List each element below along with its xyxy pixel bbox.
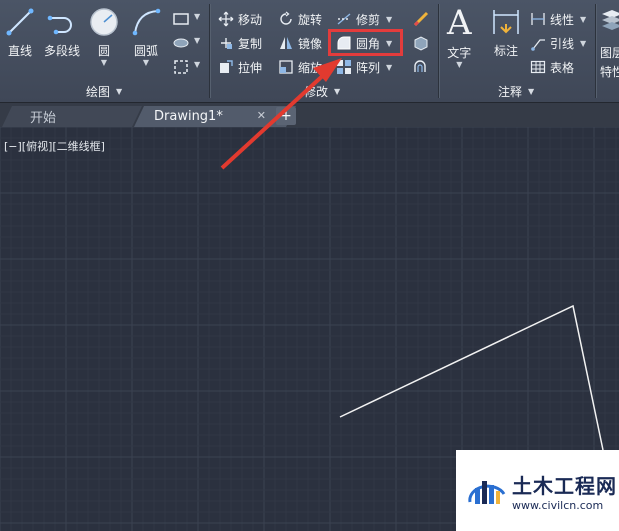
copy-icon xyxy=(221,38,232,49)
text-icon: A xyxy=(447,3,472,43)
arc-icon xyxy=(132,8,161,36)
linear-dimension-icon xyxy=(531,13,545,25)
annotation-panel-title[interactable]: 注释 ▼ xyxy=(498,82,534,100)
trim-button[interactable]: 修剪 ▼ xyxy=(336,10,392,28)
array-icon xyxy=(337,60,351,74)
circle-tool-button[interactable]: 圆 ▼ xyxy=(88,6,120,67)
draw-panel-title[interactable]: 绘图 ▼ xyxy=(86,82,122,100)
tab-start[interactable]: 开始 xyxy=(2,106,142,127)
circle-icon xyxy=(90,8,118,36)
layer-stack-icon xyxy=(602,10,619,30)
mirror-button[interactable]: 镜像 xyxy=(278,34,322,52)
new-tab-button[interactable]: + xyxy=(276,107,296,125)
chevron-down-icon[interactable]: ▼ xyxy=(143,58,149,67)
boundary-icon[interactable] xyxy=(172,58,190,76)
table-button[interactable]: 表格 xyxy=(530,58,574,76)
stretch-button[interactable]: 拉伸 xyxy=(218,58,262,76)
line-icon xyxy=(6,8,34,36)
layer-label-line2: 特性 xyxy=(600,65,619,79)
viewport-label: [−][俯视][二维线框] xyxy=(4,140,105,153)
leader-icon xyxy=(531,39,545,51)
trim-icon xyxy=(337,13,351,25)
dimension-icon xyxy=(493,10,519,34)
hatch-icon[interactable] xyxy=(172,34,190,52)
plus-icon: + xyxy=(280,108,292,124)
chevron-down-icon: ▼ xyxy=(116,86,123,96)
stretch-label: 拉伸 xyxy=(238,60,263,75)
linear-button[interactable]: 线性 ▼ xyxy=(530,10,586,28)
dimension-label: 标注 xyxy=(493,44,518,58)
rotate-button[interactable]: 旋转 xyxy=(278,10,322,28)
circle-label: 圆 xyxy=(97,44,110,58)
close-icon[interactable]: ✕ xyxy=(257,109,266,122)
polyline-label: 多段线 xyxy=(44,44,81,58)
modify-panel-title-text: 修改 xyxy=(304,84,329,99)
layer-properties-button[interactable]: 图层 特性 xyxy=(600,6,619,80)
line-tool-button[interactable]: 直线 xyxy=(4,6,36,59)
array-button[interactable]: 阵列 ▼ xyxy=(336,58,392,76)
table-icon xyxy=(530,60,546,74)
polyline-icon xyxy=(47,15,72,35)
polyline-tool-button[interactable]: 多段线 xyxy=(44,6,80,59)
array-label: 阵列 xyxy=(356,60,381,75)
chevron-down-icon[interactable]: ▼ xyxy=(386,15,392,24)
annotation-panel-title-text: 注释 xyxy=(498,84,523,99)
tab-drawing1[interactable]: Drawing1* ✕ xyxy=(134,106,296,127)
draw-panel-title-text: 绘图 xyxy=(86,84,111,99)
move-button[interactable]: 移动 xyxy=(218,10,262,28)
rotate-label: 旋转 xyxy=(298,12,323,27)
stretch-icon xyxy=(220,60,233,73)
watermark-logo: 土木工程网 www.civilcn.com xyxy=(456,450,619,531)
modify-panel-title[interactable]: 修改 ▼ xyxy=(304,82,340,100)
copy-label: 复制 xyxy=(238,36,263,51)
building-logo-icon xyxy=(468,480,506,504)
watermark-title: 土木工程网 xyxy=(512,473,617,498)
tab-start-label: 开始 xyxy=(30,111,57,126)
file-tab-bar: 开始 Drawing1* ✕ + xyxy=(0,103,619,127)
scale-icon xyxy=(279,60,293,74)
drawn-polyline[interactable] xyxy=(339,304,604,451)
arc-label: 圆弧 xyxy=(133,44,158,58)
move-icon xyxy=(218,11,234,27)
dimension-tool-button[interactable]: 标注 xyxy=(490,6,522,59)
move-label: 移动 xyxy=(238,12,263,27)
leader-button[interactable]: 引线 ▼ xyxy=(530,34,586,52)
rectangle-icon[interactable] xyxy=(172,10,190,28)
tab-drawing1-label: Drawing1* xyxy=(154,109,223,124)
line-label: 直线 xyxy=(7,44,32,58)
chevron-down-icon: ▼ xyxy=(334,86,341,96)
text-label: 文字 xyxy=(447,46,472,60)
chevron-down-icon[interactable]: ▼ xyxy=(580,39,586,48)
table-label: 表格 xyxy=(550,60,575,75)
leader-label: 引线 xyxy=(550,36,575,51)
chevron-down-icon[interactable]: ▼ xyxy=(580,15,586,24)
chevron-down-icon[interactable]: ▼ xyxy=(456,60,462,69)
copy-button[interactable]: 复制 xyxy=(218,34,262,52)
panel-divider xyxy=(438,4,439,98)
scale-label: 缩放 xyxy=(298,60,323,75)
scale-button[interactable]: 缩放 xyxy=(278,58,322,76)
layer-label-line1: 图层 xyxy=(600,46,619,60)
offset-icon[interactable] xyxy=(412,58,430,76)
linear-label: 线性 xyxy=(550,12,575,27)
text-tool-button[interactable]: A 文字 ▼ xyxy=(447,6,472,69)
panel-divider xyxy=(209,4,210,98)
fillet-highlight-box xyxy=(328,29,403,56)
ribbon: 直线 多段线 圆 ▼ 圆弧 ▼ ▼ ▼ ▼ 绘图 ▼ 移动 旋转 修剪 ▼ 复制… xyxy=(0,0,619,103)
trim-label: 修剪 xyxy=(356,12,381,27)
mirror-icon xyxy=(280,37,292,49)
solid-box-icon[interactable] xyxy=(412,34,430,52)
rotate-icon xyxy=(280,11,292,25)
chevron-down-icon[interactable]: ▼ xyxy=(101,58,107,67)
erase-icon[interactable] xyxy=(412,10,430,28)
panel-divider xyxy=(595,4,596,98)
viewport-controls[interactable]: [−][俯视][二维线框] xyxy=(4,138,105,154)
watermark-url: www.civilcn.com xyxy=(512,498,604,512)
watermark-text: 土木工程网 www.civilcn.com xyxy=(512,470,617,512)
chevron-down-icon: ▼ xyxy=(528,86,535,96)
arc-tool-button[interactable]: 圆弧 ▼ xyxy=(130,6,162,67)
mirror-label: 镜像 xyxy=(298,36,323,51)
chevron-down-icon[interactable]: ▼ xyxy=(386,63,392,72)
